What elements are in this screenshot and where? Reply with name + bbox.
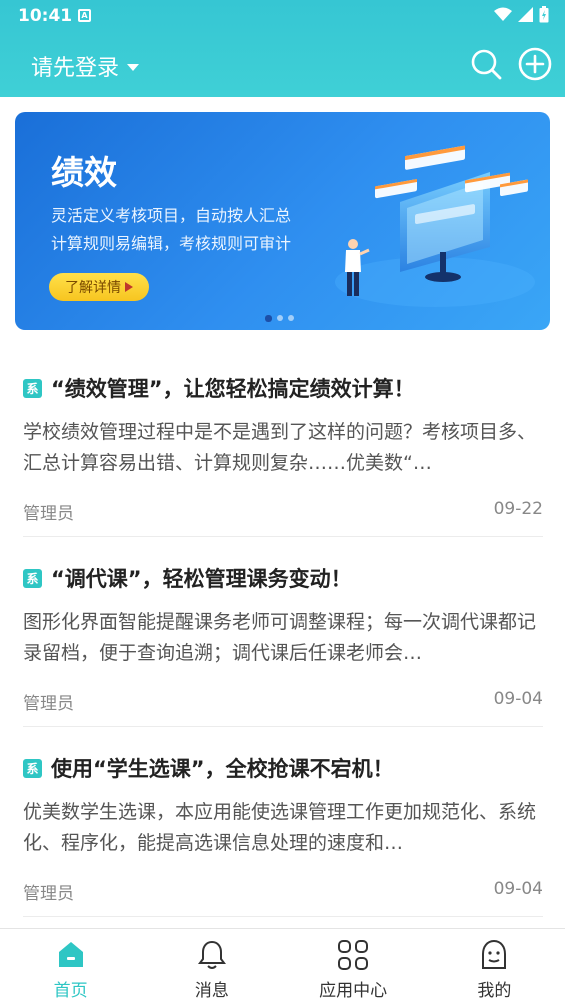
- banner-illustration: [335, 145, 535, 307]
- caret-down-icon: [127, 63, 140, 71]
- battery-icon: [539, 6, 549, 23]
- grid-icon: [338, 940, 369, 970]
- carousel-dot[interactable]: [288, 315, 294, 321]
- wifi-icon: [494, 7, 512, 21]
- learn-more-label: 了解详情: [65, 280, 121, 296]
- article-author: 管理员: [23, 694, 74, 714]
- status-time: 10:41: [18, 6, 73, 26]
- article-author: 管理员: [23, 884, 74, 904]
- article-summary: 学校绩效管理过程中是不是遇到了这样的问题？考核项目多、汇总计算容易出错、计算规则…: [23, 421, 537, 474]
- tab-profile-label: 我的: [477, 981, 512, 1001]
- article-date: 09-04: [493, 689, 543, 709]
- tab-profile[interactable]: 我的: [424, 929, 565, 1004]
- signal-icon: [518, 7, 533, 22]
- person-icon: [482, 939, 507, 969]
- article-item[interactable]: 系 “调代课”，轻松管理课务变动！ 图形化界面智能提醒课务老师可调整课程；每一次调代…: [23, 545, 543, 727]
- tab-app-center-label: 应用中心: [319, 981, 388, 1001]
- article-title: “调代课”，轻松管理课务变动！: [51, 567, 352, 591]
- home-icon: [58, 942, 83, 967]
- banner-title: 绩效: [51, 153, 117, 192]
- tab-home-label: 首页: [53, 981, 88, 1001]
- tab-messages[interactable]: 消息: [141, 929, 282, 1004]
- system-tag-badge: 系: [23, 758, 42, 778]
- tab-home[interactable]: 首页: [0, 929, 141, 1004]
- article-author: 管理员: [23, 504, 74, 524]
- article-title: 使用“学生选课”，全校抢课不宕机！: [51, 757, 394, 781]
- learn-more-button[interactable]: 了解详情: [49, 273, 149, 301]
- add-icon[interactable]: [518, 47, 552, 81]
- article-date: 09-04: [493, 879, 543, 899]
- article-title-row: 系 “绩效管理”，让您轻松搞定绩效计算！: [23, 373, 415, 403]
- tab-app-center[interactable]: 应用中心: [283, 929, 424, 1004]
- search-icon[interactable]: [470, 48, 502, 80]
- notification-icon: A: [78, 9, 91, 22]
- article-item[interactable]: 系 “绩效管理”，让您轻松搞定绩效计算！ 学校绩效管理过程中是不是遇到了这样的问题？…: [23, 355, 543, 537]
- login-label: 请先登录: [31, 56, 120, 81]
- system-tag-badge: 系: [23, 378, 42, 398]
- article-summary: 图形化界面智能提醒课务老师可调整课程；每一次调代课都记录留档，便于查询追溯；调代…: [23, 611, 537, 664]
- bell-icon: [197, 940, 226, 969]
- carousel-dots[interactable]: [265, 314, 294, 322]
- article-title: “绩效管理”，让您轻松搞定绩效计算！: [51, 377, 415, 401]
- status-indicators: [494, 6, 549, 23]
- banner-line-1: 灵活定义考核项目，自动按人汇总: [51, 206, 292, 225]
- carousel-dot[interactable]: [265, 314, 272, 322]
- app-header: 10:41 A 请先登录: [0, 0, 565, 97]
- arrow-right-icon: [125, 282, 133, 292]
- article-title-row: 系 “调代课”，轻松管理课务变动！: [23, 563, 352, 593]
- tab-messages-label: 消息: [194, 981, 229, 1001]
- login-dropdown[interactable]: 请先登录: [31, 50, 140, 82]
- article-title-row: 系使用“学生选课”，全校抢课不宕机！: [23, 753, 394, 783]
- bottom-tab-bar: 首页 消息 应用中心 我的: [0, 928, 565, 1004]
- status-bar: 10:41 A: [0, 0, 565, 32]
- carousel-dot[interactable]: [277, 315, 283, 321]
- promo-banner[interactable]: 绩效 灵活定义考核项目，自动按人汇总 计算规则易编辑，考核规则可审计 了解详情: [15, 112, 550, 330]
- banner-line-2: 计算规则易编辑，考核规则可审计: [51, 234, 292, 253]
- article-item[interactable]: 系使用“学生选课”，全校抢课不宕机！ 优美数学生选课，本应用能使选课管理工作更加规…: [23, 735, 543, 917]
- article-date: 09-22: [493, 499, 543, 519]
- system-tag-badge: 系: [23, 568, 42, 588]
- article-summary: 优美数学生选课，本应用能使选课管理工作更加规范化、系统化、程序化，能提高选课信息…: [23, 801, 537, 854]
